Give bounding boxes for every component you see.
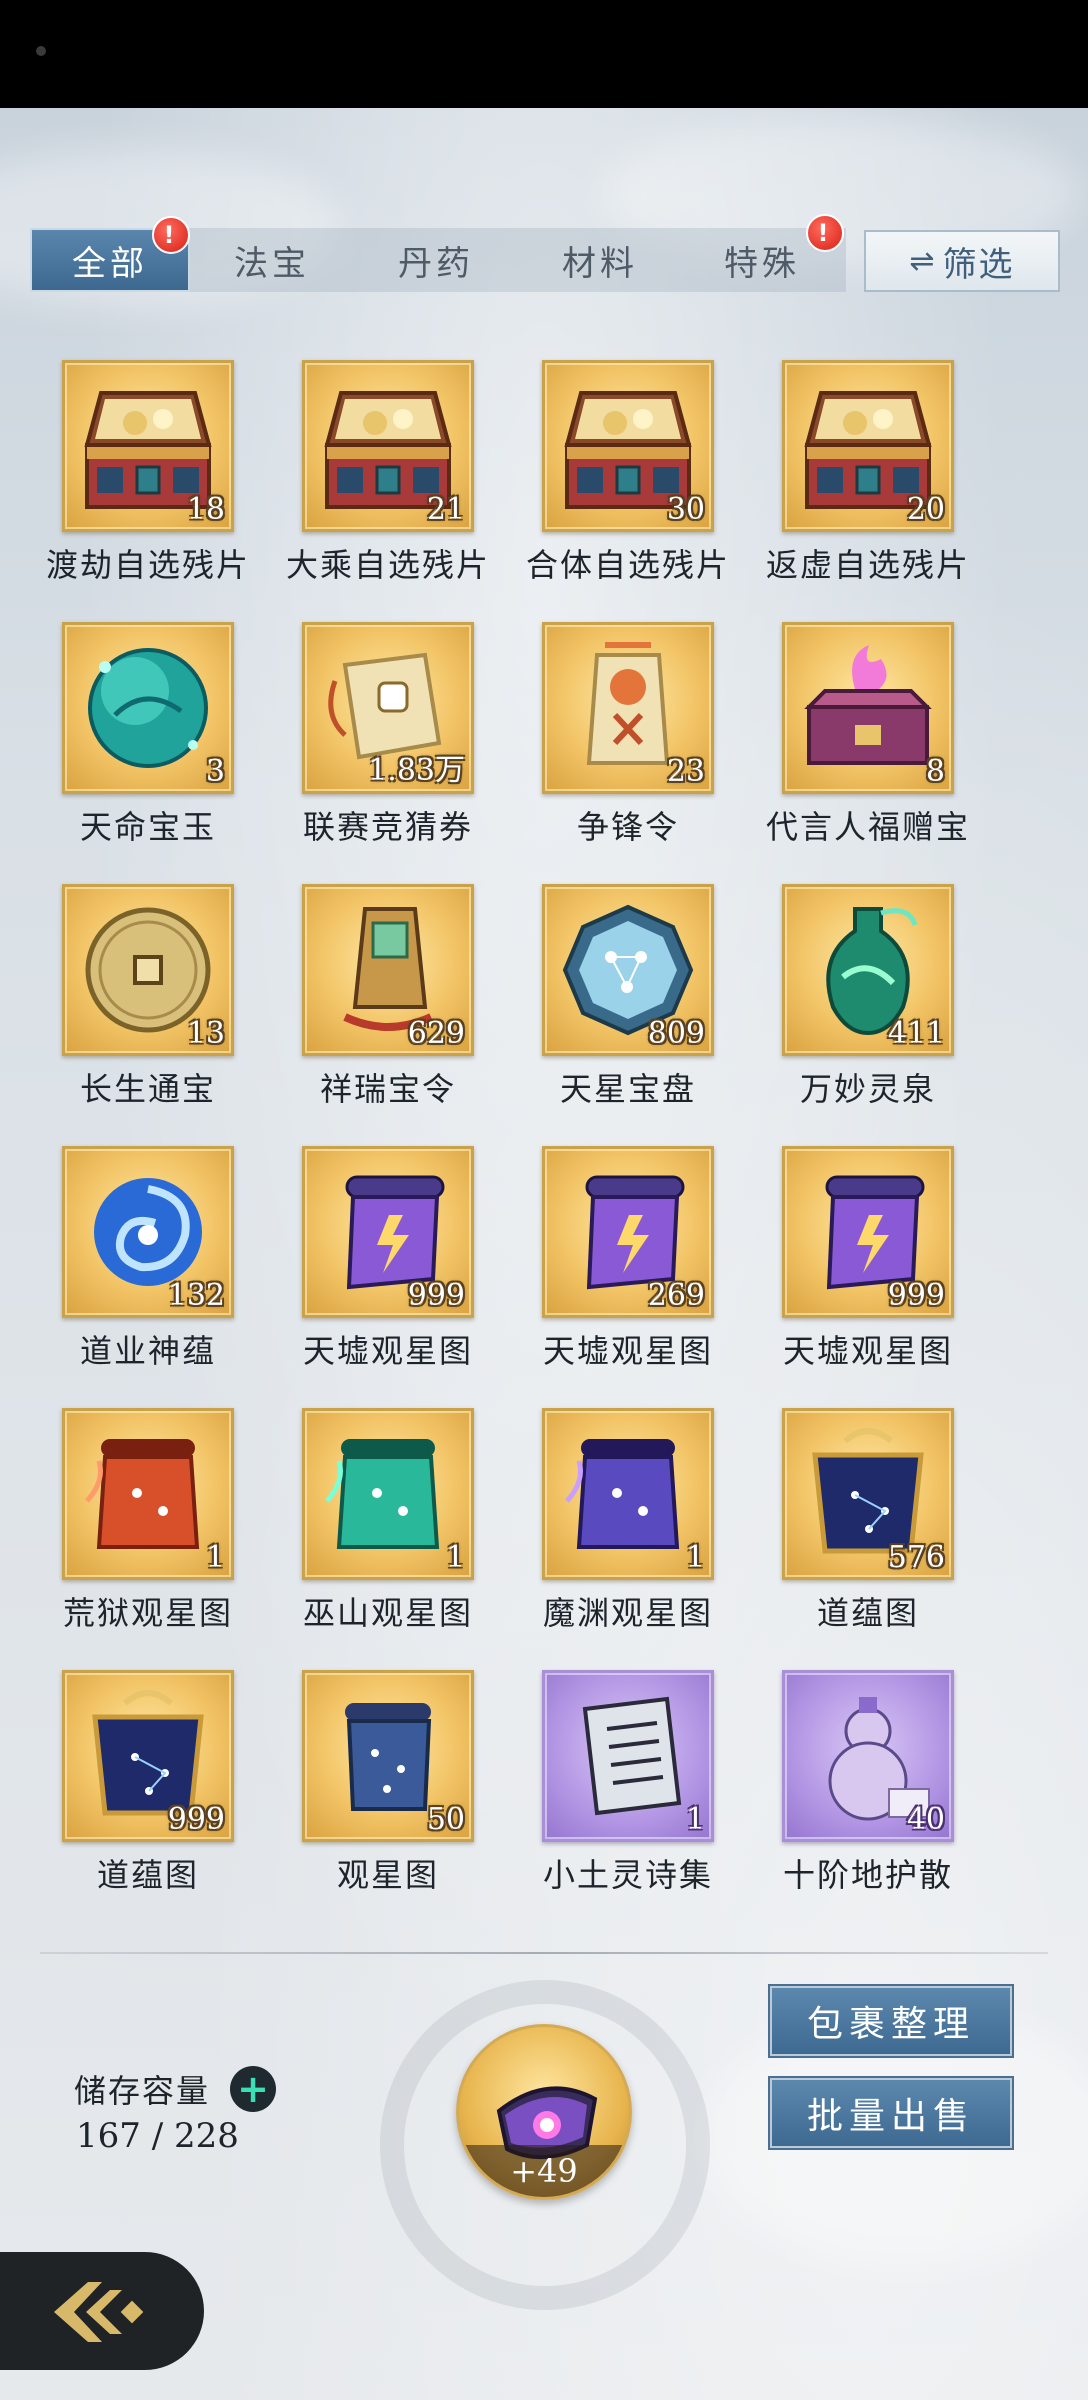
item-count: 809 bbox=[647, 1016, 705, 1051]
organize-bag-button[interactable]: 包裹整理 bbox=[770, 1986, 1012, 2056]
item-name: 天墟观星图 bbox=[782, 1332, 953, 1370]
inventory-screen: 全部! 法宝 丹药 材料 特殊! ⇌ 筛选 18 渡劫自选残片 21 大乘自选残片 30 合体自选… bbox=[0, 108, 1088, 2400]
inventory-item[interactable]: 576 道蕴图 bbox=[720, 1408, 1016, 1670]
camera-dot bbox=[36, 46, 46, 56]
item-count: 40 bbox=[906, 1802, 945, 1837]
item-frame[interactable]: 8 bbox=[782, 622, 954, 794]
item-frame[interactable]: 40 bbox=[782, 1670, 954, 1842]
item-name: 道蕴图 bbox=[816, 1594, 919, 1632]
bag-count-badge: +49 bbox=[459, 2145, 629, 2197]
inventory-item[interactable]: 20 返虚自选残片 bbox=[720, 360, 1016, 622]
item-frame[interactable]: 999 bbox=[302, 1146, 474, 1318]
item-count: 629 bbox=[407, 1016, 465, 1051]
item-count: 20 bbox=[906, 492, 945, 527]
inventory-item[interactable]: 999 天墟观星图 bbox=[720, 1146, 1016, 1408]
item-frame[interactable]: 999 bbox=[782, 1146, 954, 1318]
item-count: 1 bbox=[685, 1540, 705, 1575]
tab-4[interactable]: 特殊! bbox=[682, 214, 844, 292]
item-count: 1.83万 bbox=[368, 753, 465, 788]
inventory-item[interactable]: 8 代言人福赠宝 bbox=[720, 622, 1016, 884]
item-count: 1 bbox=[205, 1540, 225, 1575]
item-frame[interactable]: 809 bbox=[542, 884, 714, 1056]
item-frame[interactable]: 50 bbox=[302, 1670, 474, 1842]
alert-badge-icon: ! bbox=[152, 216, 190, 254]
filter-label: 筛选 bbox=[942, 244, 1015, 285]
tab-1[interactable]: 法宝 bbox=[192, 228, 352, 292]
tab-2[interactable]: 丹药 bbox=[356, 228, 516, 292]
item-frame[interactable]: 20 bbox=[782, 360, 954, 532]
item-name: 万妙灵泉 bbox=[799, 1070, 936, 1108]
item-frame[interactable]: 132 bbox=[62, 1146, 234, 1318]
item-frame[interactable]: 1.83万 bbox=[302, 622, 474, 794]
tab-label: 丹药 bbox=[398, 243, 474, 284]
tab-0[interactable]: 全部! bbox=[30, 216, 190, 292]
status-bar bbox=[0, 0, 1088, 108]
item-frame[interactable]: 21 bbox=[302, 360, 474, 532]
tab-label: 特殊 bbox=[724, 243, 800, 284]
tab-label: 法宝 bbox=[234, 243, 310, 284]
item-frame[interactable]: 13 bbox=[62, 884, 234, 1056]
item-frame[interactable]: 269 bbox=[542, 1146, 714, 1318]
storage-capacity-label: 储存容量 bbox=[74, 2072, 211, 2110]
alert-badge-icon: ! bbox=[806, 214, 844, 252]
item-count: 132 bbox=[167, 1278, 225, 1313]
item-frame[interactable]: 411 bbox=[782, 884, 954, 1056]
category-tabs: 全部! 法宝 丹药 材料 特殊! bbox=[30, 214, 846, 292]
item-count: 1 bbox=[445, 1540, 465, 1575]
item-count: 999 bbox=[887, 1278, 945, 1313]
item-count: 1 bbox=[685, 1802, 705, 1837]
item-name: 十阶地护散 bbox=[782, 1856, 953, 1894]
item-frame[interactable]: 629 bbox=[302, 884, 474, 1056]
item-frame[interactable]: 18 bbox=[62, 360, 234, 532]
item-frame[interactable]: 23 bbox=[542, 622, 714, 794]
plus-icon[interactable]: + bbox=[230, 2066, 276, 2112]
tab-label: 材料 bbox=[562, 243, 638, 284]
item-count: 269 bbox=[647, 1278, 705, 1313]
item-count: 21 bbox=[426, 492, 465, 527]
item-name: 返虚自选残片 bbox=[765, 546, 970, 584]
tab-3[interactable]: 材料 bbox=[520, 228, 680, 292]
item-frame[interactable]: 3 bbox=[62, 622, 234, 794]
item-frame[interactable]: 1 bbox=[62, 1408, 234, 1580]
item-count: 13 bbox=[186, 1016, 225, 1051]
swap-arrows-icon: ⇌ bbox=[909, 243, 937, 279]
inventory-item[interactable]: 411 万妙灵泉 bbox=[720, 884, 1016, 1146]
item-count: 576 bbox=[887, 1540, 945, 1575]
back-arrow-icon bbox=[54, 2282, 144, 2342]
tab-label: 全部 bbox=[72, 243, 148, 284]
divider bbox=[40, 1952, 1048, 1954]
item-frame[interactable]: 1 bbox=[542, 1408, 714, 1580]
bulk-sell-button[interactable]: 批量出售 bbox=[770, 2078, 1012, 2148]
item-frame[interactable]: 1 bbox=[542, 1670, 714, 1842]
inventory-item[interactable]: 40 十阶地护散 bbox=[720, 1670, 1016, 1932]
item-count: 3 bbox=[205, 754, 225, 789]
item-frame[interactable]: 999 bbox=[62, 1670, 234, 1842]
item-count: 999 bbox=[407, 1278, 465, 1313]
storage-ring-button[interactable]: +49 bbox=[456, 2024, 632, 2200]
filter-button[interactable]: ⇌ 筛选 bbox=[864, 230, 1060, 292]
item-frame[interactable]: 576 bbox=[782, 1408, 954, 1580]
item-frame[interactable]: 30 bbox=[542, 360, 714, 532]
item-frame[interactable]: 1 bbox=[302, 1408, 474, 1580]
item-name: 代言人福赠宝 bbox=[765, 808, 970, 846]
item-count: 411 bbox=[887, 1016, 945, 1051]
item-count: 30 bbox=[666, 492, 705, 527]
item-count: 8 bbox=[925, 754, 945, 789]
item-count: 23 bbox=[666, 754, 705, 789]
item-count: 999 bbox=[167, 1802, 225, 1837]
item-count: 18 bbox=[186, 492, 225, 527]
storage-capacity-value: 167 / 228 bbox=[76, 2116, 239, 2156]
back-button[interactable] bbox=[0, 2252, 204, 2370]
item-count: 50 bbox=[426, 1802, 465, 1837]
